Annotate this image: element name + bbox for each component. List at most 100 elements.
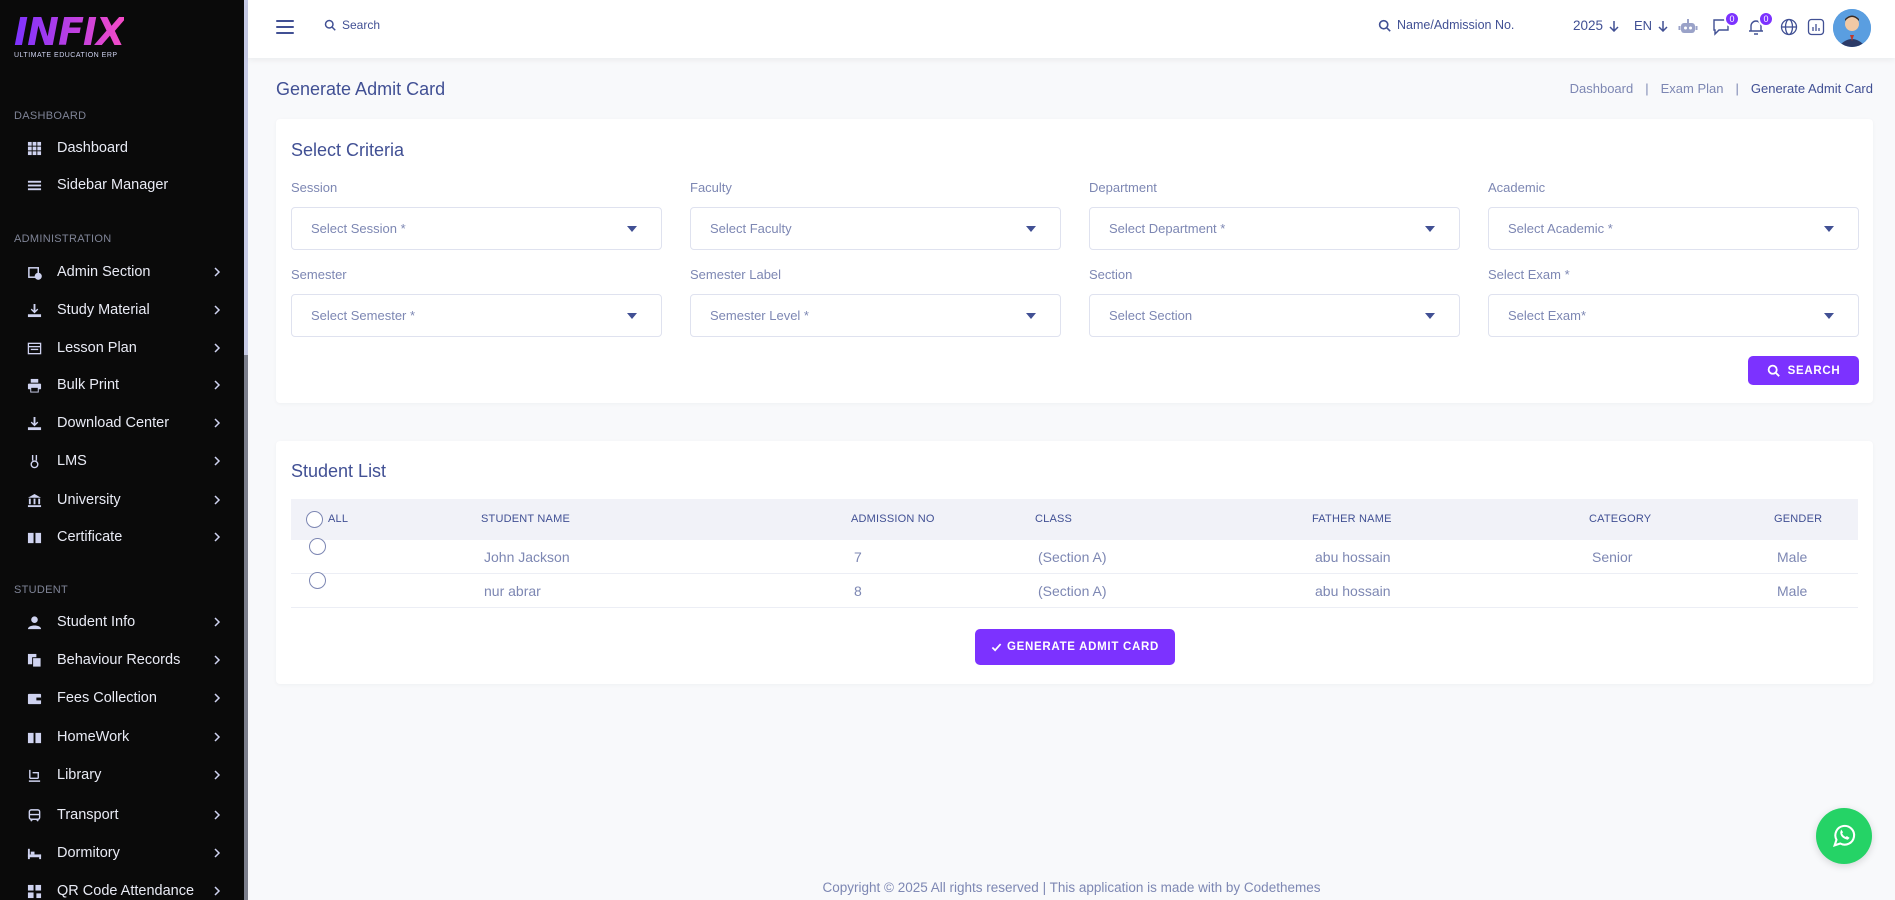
sidebar-item-library[interactable]: Library bbox=[0, 758, 244, 792]
globe-icon[interactable] bbox=[1779, 17, 1799, 37]
semester-select[interactable]: Select Semester * bbox=[291, 294, 662, 337]
chevron-right-icon bbox=[214, 495, 221, 505]
sidebar-item-dashboard[interactable]: Dashboard bbox=[0, 131, 244, 165]
caret-down-icon bbox=[1824, 313, 1834, 319]
sidebar-item-university[interactable]: University bbox=[0, 483, 244, 517]
chevron-right-icon bbox=[214, 886, 221, 896]
sidebar-item-bulk-print[interactable]: Bulk Print bbox=[0, 368, 244, 402]
sidebar-item-label: Lesson Plan bbox=[57, 340, 137, 356]
col-father-name[interactable]: FATHER NAME bbox=[1312, 513, 1392, 525]
chevron-right-icon bbox=[214, 770, 221, 780]
table-row[interactable]: nur abrar 8 (Section A) abu hossain Male bbox=[291, 572, 1858, 608]
copy-icon bbox=[25, 651, 43, 669]
chevron-right-icon bbox=[214, 810, 221, 820]
sidebar-item-transport[interactable]: Transport bbox=[0, 798, 244, 832]
breadcrumb-dashboard[interactable]: Dashboard bbox=[1570, 81, 1634, 96]
generate-admit-card-button[interactable]: GENERATE ADMIT CARD bbox=[975, 629, 1175, 665]
cell-father-name: abu hossain bbox=[1315, 549, 1391, 565]
caret-down-icon bbox=[627, 313, 637, 319]
name-admission-search[interactable]: Name/Admission No. bbox=[1378, 18, 1514, 32]
user-icon bbox=[25, 613, 43, 631]
col-gender[interactable]: GENDER bbox=[1774, 513, 1822, 525]
whatsapp-button[interactable] bbox=[1816, 808, 1872, 864]
breadcrumb: Dashboard | Exam Plan | Generate Admit C… bbox=[1570, 81, 1873, 96]
year-selector[interactable]: 2025 bbox=[1573, 18, 1619, 33]
cell-gender: Male bbox=[1777, 549, 1808, 565]
session-select[interactable]: Select Session * bbox=[291, 207, 662, 250]
sidebar-item-fees-collection[interactable]: Fees Collection bbox=[0, 681, 244, 715]
download-icon bbox=[25, 301, 43, 319]
qr-icon bbox=[25, 882, 43, 900]
sidebar-scrollbar[interactable] bbox=[244, 0, 248, 900]
department-select[interactable]: Select Department * bbox=[1089, 207, 1460, 250]
col-admission-no[interactable]: ADMISSION NO bbox=[851, 513, 935, 525]
exam-select[interactable]: Select Exam* bbox=[1488, 294, 1859, 337]
logo-text: INFIX bbox=[14, 10, 125, 54]
bell-icon[interactable]: 0 bbox=[1746, 11, 1774, 37]
sidebar-item-download-center[interactable]: Download Center bbox=[0, 406, 244, 440]
robot-icon[interactable] bbox=[1678, 17, 1698, 37]
generate-button-label: GENERATE ADMIT CARD bbox=[1007, 641, 1159, 653]
sidebar-item-homework[interactable]: HomeWork bbox=[0, 720, 244, 754]
section-select[interactable]: Select Section bbox=[1089, 294, 1460, 337]
semester-label: Semester bbox=[291, 267, 347, 282]
sidebar-item-dormitory[interactable]: Dormitory bbox=[0, 836, 244, 870]
sidebar-item-certificate[interactable]: Certificate bbox=[0, 520, 244, 554]
sidebar-item-admin-section[interactable]: Admin Section bbox=[0, 255, 244, 289]
logo[interactable]: INFIX ULTIMATE EDUCATION ERP bbox=[14, 10, 125, 59]
faculty-placeholder: Select Faculty bbox=[710, 221, 792, 236]
breadcrumb-exam-plan[interactable]: Exam Plan bbox=[1661, 81, 1724, 96]
chevron-right-icon bbox=[214, 267, 221, 277]
sidebar-item-label: Sidebar Manager bbox=[57, 177, 169, 193]
sidebar-section-student: STUDENT bbox=[14, 584, 69, 596]
sidebar-item-lms[interactable]: LMS bbox=[0, 444, 244, 478]
language-value: EN bbox=[1634, 18, 1653, 33]
sidebar-item-qr-code-attendance[interactable]: QR Code Attendance bbox=[0, 874, 244, 900]
col-class[interactable]: CLASS bbox=[1035, 513, 1072, 525]
hamburger-menu-icon[interactable] bbox=[276, 20, 294, 36]
university-icon bbox=[25, 491, 43, 509]
search-button[interactable]: SEARCH bbox=[1748, 356, 1859, 385]
table-header: ALL STUDENT NAME ADMISSION NO CLASS FATH… bbox=[291, 499, 1858, 540]
name-search-label: Name/Admission No. bbox=[1397, 18, 1515, 32]
library-icon bbox=[25, 766, 43, 784]
academic-select[interactable]: Select Academic * bbox=[1488, 207, 1859, 250]
notifications-badge: 0 bbox=[1758, 11, 1774, 27]
chevron-right-icon bbox=[214, 343, 221, 353]
top-search[interactable]: Search bbox=[324, 18, 380, 32]
caret-down-icon bbox=[1824, 226, 1834, 232]
sidebar-item-label: Dormitory bbox=[57, 845, 120, 861]
row-select-radio[interactable] bbox=[309, 538, 326, 555]
print-icon bbox=[25, 376, 43, 394]
caret-down-icon bbox=[1026, 226, 1036, 232]
table-row[interactable]: John Jackson 7 (Section A) abu hossain S… bbox=[291, 538, 1858, 574]
cell-student-name: John Jackson bbox=[484, 549, 570, 565]
col-student-name[interactable]: STUDENT NAME bbox=[481, 513, 570, 525]
chevron-right-icon bbox=[214, 655, 221, 665]
semester-level-placeholder: Semester Level * bbox=[710, 308, 809, 323]
sidebar-item-label: Study Material bbox=[57, 302, 150, 318]
sidebar-item-student-info[interactable]: Student Info bbox=[0, 605, 244, 639]
faculty-select[interactable]: Select Faculty bbox=[690, 207, 1061, 250]
bed-icon bbox=[25, 844, 43, 862]
bars-icon bbox=[25, 176, 43, 194]
book-icon bbox=[25, 528, 43, 546]
row-select-radio[interactable] bbox=[309, 572, 326, 589]
col-category[interactable]: CATEGORY bbox=[1589, 513, 1651, 525]
avatar[interactable] bbox=[1833, 9, 1871, 47]
semester-level-select[interactable]: Semester Level * bbox=[690, 294, 1061, 337]
sidebar-item-study-material[interactable]: Study Material bbox=[0, 293, 244, 327]
exam-placeholder: Select Exam* bbox=[1508, 308, 1587, 323]
cell-admission-no: 8 bbox=[854, 583, 862, 599]
select-all-radio[interactable] bbox=[306, 511, 323, 528]
department-label: Department bbox=[1089, 180, 1157, 195]
chart-icon[interactable] bbox=[1806, 17, 1826, 37]
language-selector[interactable]: EN bbox=[1634, 18, 1668, 33]
student-list-card: Student List ALL STUDENT NAME ADMISSION … bbox=[276, 441, 1873, 684]
messages-icon[interactable]: 0 bbox=[1712, 11, 1740, 37]
sidebar-item-behaviour-records[interactable]: Behaviour Records bbox=[0, 643, 244, 677]
sidebar-item-lesson-plan[interactable]: Lesson Plan bbox=[0, 331, 244, 365]
sidebar-item-sidebar-manager[interactable]: Sidebar Manager bbox=[0, 168, 244, 202]
session-label: Session bbox=[291, 180, 338, 195]
sidebar: INFIX ULTIMATE EDUCATION ERP DASHBOARD D… bbox=[0, 0, 244, 900]
